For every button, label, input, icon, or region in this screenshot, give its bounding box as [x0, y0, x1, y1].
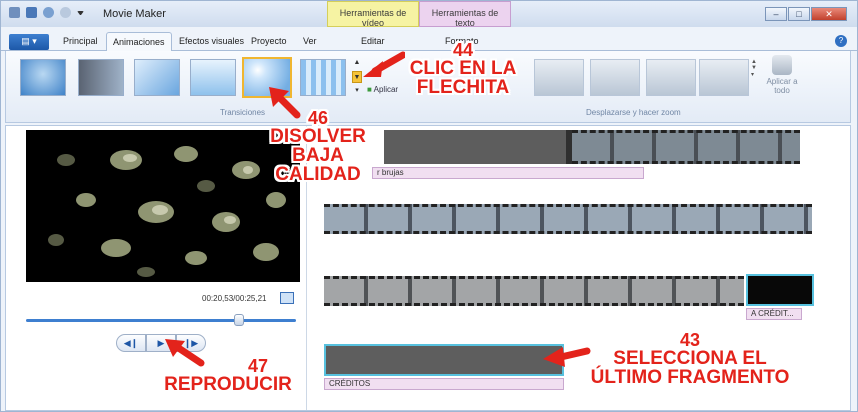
pan-zoom-thumb-1[interactable]: [534, 59, 584, 96]
tab-editar[interactable]: Editar: [361, 36, 385, 46]
transition-pixelate-thumb[interactable]: [300, 59, 346, 96]
tab-efectos-visuales[interactable]: Efectos visuales: [179, 36, 244, 46]
text-label-creditos[interactable]: CRÉDITOS: [324, 378, 564, 390]
tab-ver[interactable]: Ver: [303, 36, 317, 46]
maximize-button[interactable]: □: [788, 7, 810, 21]
preview-time: 00:20,53/00:25,21: [202, 294, 267, 303]
clip-2-frames[interactable]: [324, 204, 812, 234]
apply-all-icon: [772, 55, 792, 75]
close-button[interactable]: ✕: [811, 7, 847, 21]
text-label-brujas[interactable]: r brujas: [372, 167, 644, 179]
annotation-44: 44 CLIC EN LA FLECHITA: [401, 41, 525, 97]
annotation-44-line1: CLIC EN LA: [409, 58, 517, 79]
annotation-43-line1: SELECCIONA EL: [613, 348, 767, 369]
help-icon[interactable]: ?: [835, 35, 847, 47]
seek-bar[interactable]: [26, 319, 296, 322]
pan-zoom-thumb-4[interactable]: [699, 59, 749, 96]
video-tools-context-tab: Herramientas de vídeo: [327, 1, 419, 28]
redo-icon[interactable]: [60, 7, 71, 18]
clip-3-credits-black[interactable]: [746, 274, 814, 306]
arrow-44: [363, 51, 405, 77]
save-icon[interactable]: [26, 7, 37, 18]
text-tools-context-tab: Herramientas de texto: [419, 1, 511, 28]
pan-zoom-thumb-2[interactable]: [590, 59, 640, 96]
tab-principal[interactable]: Principal: [63, 36, 98, 46]
apply-to-all-button[interactable]: Aplicar a todo: [762, 55, 802, 95]
transition-none-thumb[interactable]: [20, 59, 66, 96]
quick-access-toolbar: [9, 7, 84, 18]
arrow-47: [165, 339, 205, 367]
arrow-43: [543, 347, 591, 367]
annotation-46-line3: CALIDAD: [275, 164, 361, 185]
annotation-44-line2: FLECHITA: [416, 77, 510, 98]
movie-maker-window: Movie Maker Herramientas de vídeo Herram…: [0, 0, 858, 412]
clip-1-frames[interactable]: [572, 130, 800, 164]
pan-zoom-thumb-3[interactable]: [646, 59, 696, 96]
window-controls: – □ ✕: [765, 7, 847, 21]
annotation-43: 43 SELECCIONA EL ÚLTIMO FRAGMENTO: [573, 331, 807, 387]
clip-3-frames[interactable]: [324, 276, 744, 306]
transition-diagonal-thumb[interactable]: [134, 59, 180, 96]
annotation-46-line1: DISOLVER: [270, 126, 366, 147]
qat-dropdown-icon[interactable]: [77, 11, 84, 15]
file-menu-button[interactable]: ▤ ▾: [9, 34, 49, 50]
transition-wipe-thumb[interactable]: [190, 59, 236, 96]
window-title: Movie Maker: [103, 8, 166, 20]
pan-gallery-scroll[interactable]: ▲ ▼ ▾: [751, 59, 759, 96]
apply-transition-button[interactable]: ■ Aplicar: [367, 85, 398, 94]
undo-icon[interactable]: [43, 7, 54, 18]
tab-proyecto[interactable]: Proyecto: [251, 36, 287, 46]
group-pan-zoom-label: Desplazarse y hacer zoom: [586, 108, 681, 117]
arrow-46: [269, 87, 301, 119]
fullscreen-icon[interactable]: [280, 292, 294, 304]
tab-animaciones[interactable]: Animaciones: [106, 32, 172, 52]
seek-handle[interactable]: [234, 314, 244, 326]
annotation-43-number: 43: [679, 330, 701, 350]
minimize-button[interactable]: –: [765, 7, 787, 21]
annotation-43-line2: ÚLTIMO FRAGMENTO: [590, 367, 790, 388]
title-bar: Movie Maker Herramientas de vídeo Herram…: [1, 1, 857, 28]
annotation-46: 46 DISOLVER BAJA CALIDAD: [257, 109, 379, 184]
annotation-47-number: 47: [247, 356, 269, 376]
annotation-46-line2: BAJA: [292, 145, 344, 166]
clip-4-credits-selected[interactable]: [324, 344, 564, 376]
app-icon[interactable]: [9, 7, 20, 18]
annotation-44-number: 44: [452, 40, 474, 60]
clip-1-gray[interactable]: [384, 130, 566, 164]
previous-frame-button[interactable]: ◀❙: [116, 334, 146, 352]
apply-icon: ■: [367, 85, 374, 94]
gallery-more-icon[interactable]: ▾: [352, 85, 362, 97]
text-label-credit[interactable]: A CRÉDIT...: [746, 308, 802, 320]
annotation-47-line1: REPRODUCIR: [164, 374, 292, 395]
transition-crossfade-thumb[interactable]: [78, 59, 124, 96]
